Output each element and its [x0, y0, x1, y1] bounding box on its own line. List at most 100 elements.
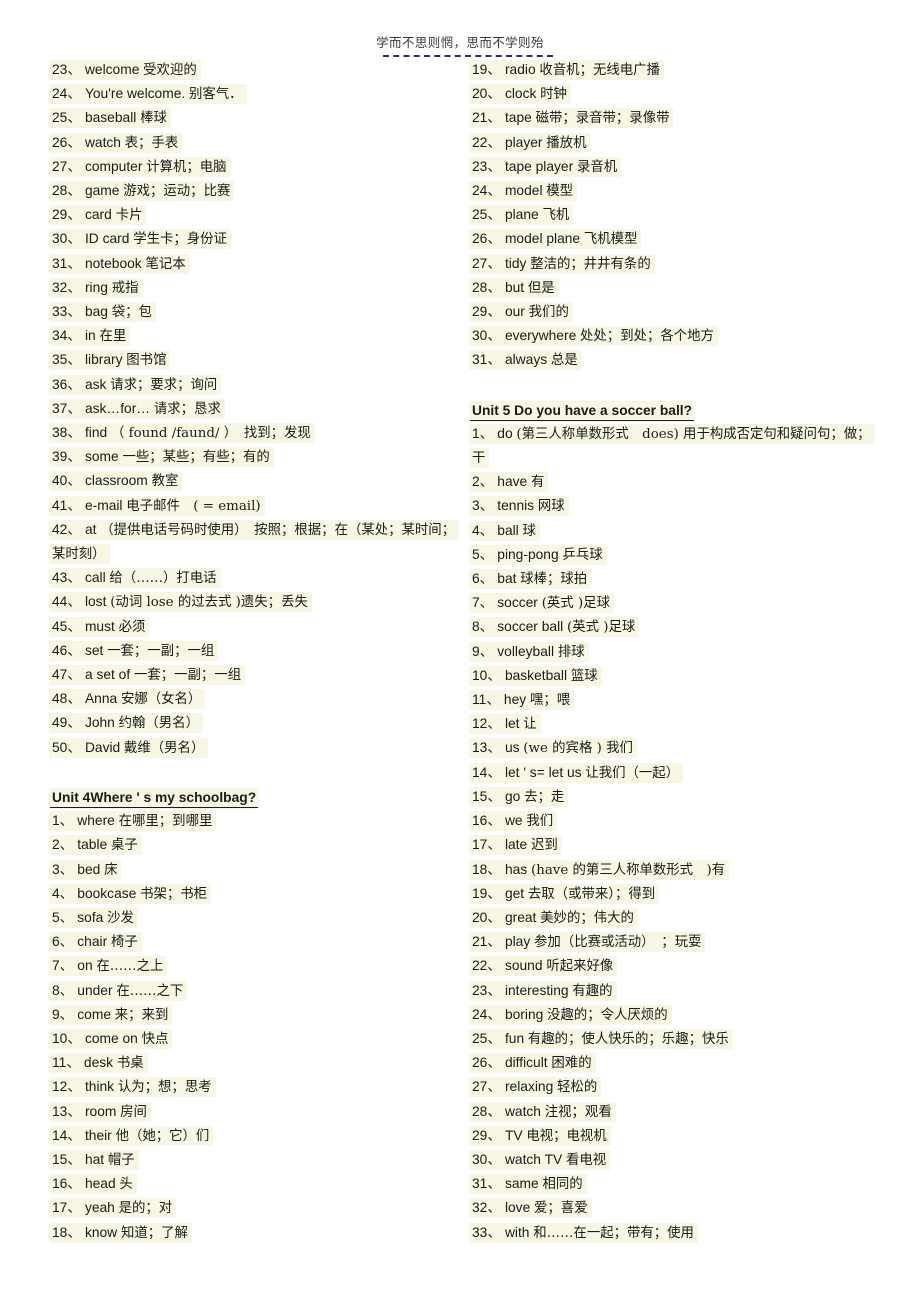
word-entry: 27、 relaxing 轻松的 — [470, 1075, 885, 1099]
entry-english-word: radio — [504, 62, 536, 77]
word-entry: 17、 late 迟到 — [470, 833, 885, 857]
entry-english-word: table — [77, 837, 108, 853]
word-entry: 29、 TV 电视；电视机 — [470, 1124, 885, 1148]
entry-chinese-gloss: 让 — [523, 717, 537, 733]
word-entry: 27、 computer 计算机；电脑 — [50, 155, 460, 179]
word-entry: 20、 great 美妙的；伟大的 — [470, 906, 885, 930]
entry-number: 33、 — [472, 1224, 502, 1240]
entry-english-word: relaxing — [504, 1079, 554, 1095]
word-entry-highlight: 45、 must 必须 — [50, 617, 149, 636]
entry-english-word: tidy — [504, 255, 527, 271]
entry-number: 12、 — [472, 716, 502, 732]
word-entry-highlight: 41、 e-mail 电子邮件 ( = email) — [50, 496, 264, 515]
word-entry: 6、 chair 椅子 — [50, 930, 460, 954]
word-entry-highlight: 26、 model plane 飞机模型 — [470, 230, 641, 249]
entry-number: 6、 — [52, 934, 74, 950]
word-entry: 14、 let ' s= let us 让我们（一起） — [470, 761, 885, 785]
word-entry-highlight: 15、 go 去；走 — [470, 787, 568, 806]
entry-chinese-gloss: (have 的第三人称单数形式 )有 — [530, 862, 726, 878]
word-entry: 2、 have 有 — [470, 470, 885, 494]
entry-chinese-gloss: 球 — [522, 523, 536, 539]
word-entry: 10、 basketball 篮球 — [470, 664, 885, 688]
entry-english-word: sofa — [77, 909, 104, 925]
entry-english-word: clock — [504, 86, 537, 102]
word-entry: 31、 same 相同的 — [470, 1172, 885, 1196]
entry-english-word: know — [84, 1224, 118, 1240]
entry-number: 46、 — [52, 642, 82, 658]
entry-number: 31、 — [472, 1176, 502, 1192]
entry-english-word: let — [504, 716, 520, 732]
word-entry-highlight: 30、 watch TV 看电视 — [470, 1150, 610, 1169]
entry-chinese-gloss: (英式 )足球 — [567, 620, 636, 636]
entry-chinese-gloss: 是的；对 — [118, 1201, 173, 1217]
entry-number: 2、 — [472, 474, 494, 490]
word-entry-highlight: 3、 bed 床 — [50, 860, 121, 879]
entry-english-word: ID card — [84, 231, 130, 247]
word-entry: 19、 get 去取（或带来）；得到 — [470, 882, 885, 906]
two-column-layout: 23、 welcome 受欢迎的 24、 You're welcome. 别客气．… — [0, 58, 920, 1298]
entry-chinese-gloss: 别客气． — [189, 87, 243, 103]
entry-chinese-gloss: 乒乓球 — [562, 547, 603, 563]
entry-english-word: bookcase — [77, 885, 137, 901]
entry-english-word: classroom — [84, 473, 148, 489]
word-entry-highlight: 9、 volleyball 排球 — [470, 642, 588, 661]
entry-number: 15、 — [52, 1151, 82, 1167]
word-entry: 36、 ask 请求；要求；询问 — [50, 373, 460, 397]
entry-number: 18、 — [52, 1224, 82, 1240]
entry-chinese-gloss: 一套；一副；一组 — [133, 668, 242, 684]
entry-chinese-gloss: （提供电话号码时使用） 按照；根据；在（某处；某时间；某时刻） — [52, 522, 456, 563]
entry-chinese-gloss: 播放机 — [546, 135, 587, 151]
left-column: 23、 welcome 受欢迎的 24、 You're welcome. 别客气．… — [50, 58, 460, 1245]
entry-number: 11、 — [52, 1055, 81, 1071]
entry-english-word: our — [504, 304, 525, 320]
entry-english-word: model plane — [504, 231, 581, 247]
word-entry: 28、 but 但是 — [470, 276, 885, 300]
word-entry-highlight: 18、 know 知道；了解 — [50, 1223, 191, 1242]
entry-chinese-gloss: 桌子 — [110, 838, 138, 854]
word-entry: 9、 come 来；来到 — [50, 1003, 460, 1027]
word-entry-highlight: 25、 baseball 棒球 — [50, 109, 170, 128]
word-entry: 48、 Anna 安娜（女名） — [50, 687, 460, 711]
entry-english-word: lost — [84, 594, 107, 610]
word-entry-highlight: 28、 watch 注视；观看 — [470, 1102, 615, 1121]
entry-chinese-gloss: 给（……）打电话 — [109, 571, 217, 587]
entry-english-word: bat — [497, 571, 517, 587]
entry-english-word: have — [497, 474, 528, 490]
entry-english-word: David — [84, 739, 121, 755]
right-column: 19、 radio 收音机；无线电广播 20、 clock 时钟 21、 tape … — [470, 58, 885, 1245]
word-entry: 37、 ask…for… 请求；恳求 — [50, 397, 460, 421]
entry-chinese-gloss: 棒球 — [140, 111, 167, 127]
entry-english-word: ball — [497, 522, 519, 538]
word-entry: 8、 under 在……之下 — [50, 979, 460, 1003]
entry-number: 17、 — [472, 837, 502, 853]
entry-chinese-gloss: 快点 — [141, 1031, 169, 1047]
word-entry-highlight: 10、 come on 快点 — [50, 1029, 172, 1048]
word-entry-highlight: 20、 great 美妙的；伟大的 — [470, 908, 637, 927]
word-entry-highlight: 16、 head 头 — [50, 1175, 136, 1194]
entry-chinese-gloss: 表；手表 — [124, 135, 179, 151]
word-entry-highlight: 1、 do (第三人称单数形式 does) 用于构成否定句和疑问句；做；干 — [470, 424, 874, 468]
entry-number: 20、 — [472, 909, 502, 925]
entry-english-word: boring — [504, 1006, 544, 1022]
entry-english-word: game — [84, 183, 120, 199]
entry-chinese-gloss: 卡片 — [115, 208, 143, 224]
word-entry: 10、 come on 快点 — [50, 1027, 460, 1051]
entry-chinese-gloss: 床 — [104, 862, 118, 878]
word-entry: 1、 where 在哪里；到哪里 — [50, 809, 460, 833]
entry-number: 28、 — [52, 183, 82, 199]
entry-english-word: model — [504, 183, 543, 199]
unit-heading-text: Unit 4Where ' s my schoolbag? — [50, 788, 259, 808]
word-entry-highlight: 3、 tennis 网球 — [470, 497, 568, 516]
entry-english-word: think — [84, 1079, 115, 1095]
entry-chinese-gloss: 在里 — [99, 329, 127, 345]
entry-number: 34、 — [52, 328, 82, 344]
entry-number: 32、 — [472, 1200, 502, 1216]
word-entry: 17、 yeah 是的；对 — [50, 1196, 460, 1220]
word-entry: 8、 soccer ball (英式 )足球 — [470, 615, 885, 639]
entry-number: 25、 — [472, 1030, 502, 1046]
entry-english-word: head — [84, 1176, 116, 1192]
entry-chinese-gloss: 电子邮件 ( = email) — [126, 498, 261, 514]
entry-chinese-gloss: 书桌 — [116, 1056, 144, 1072]
entry-number: 40、 — [52, 473, 82, 489]
word-entry-highlight: 35、 library 图书馆 — [50, 351, 170, 370]
